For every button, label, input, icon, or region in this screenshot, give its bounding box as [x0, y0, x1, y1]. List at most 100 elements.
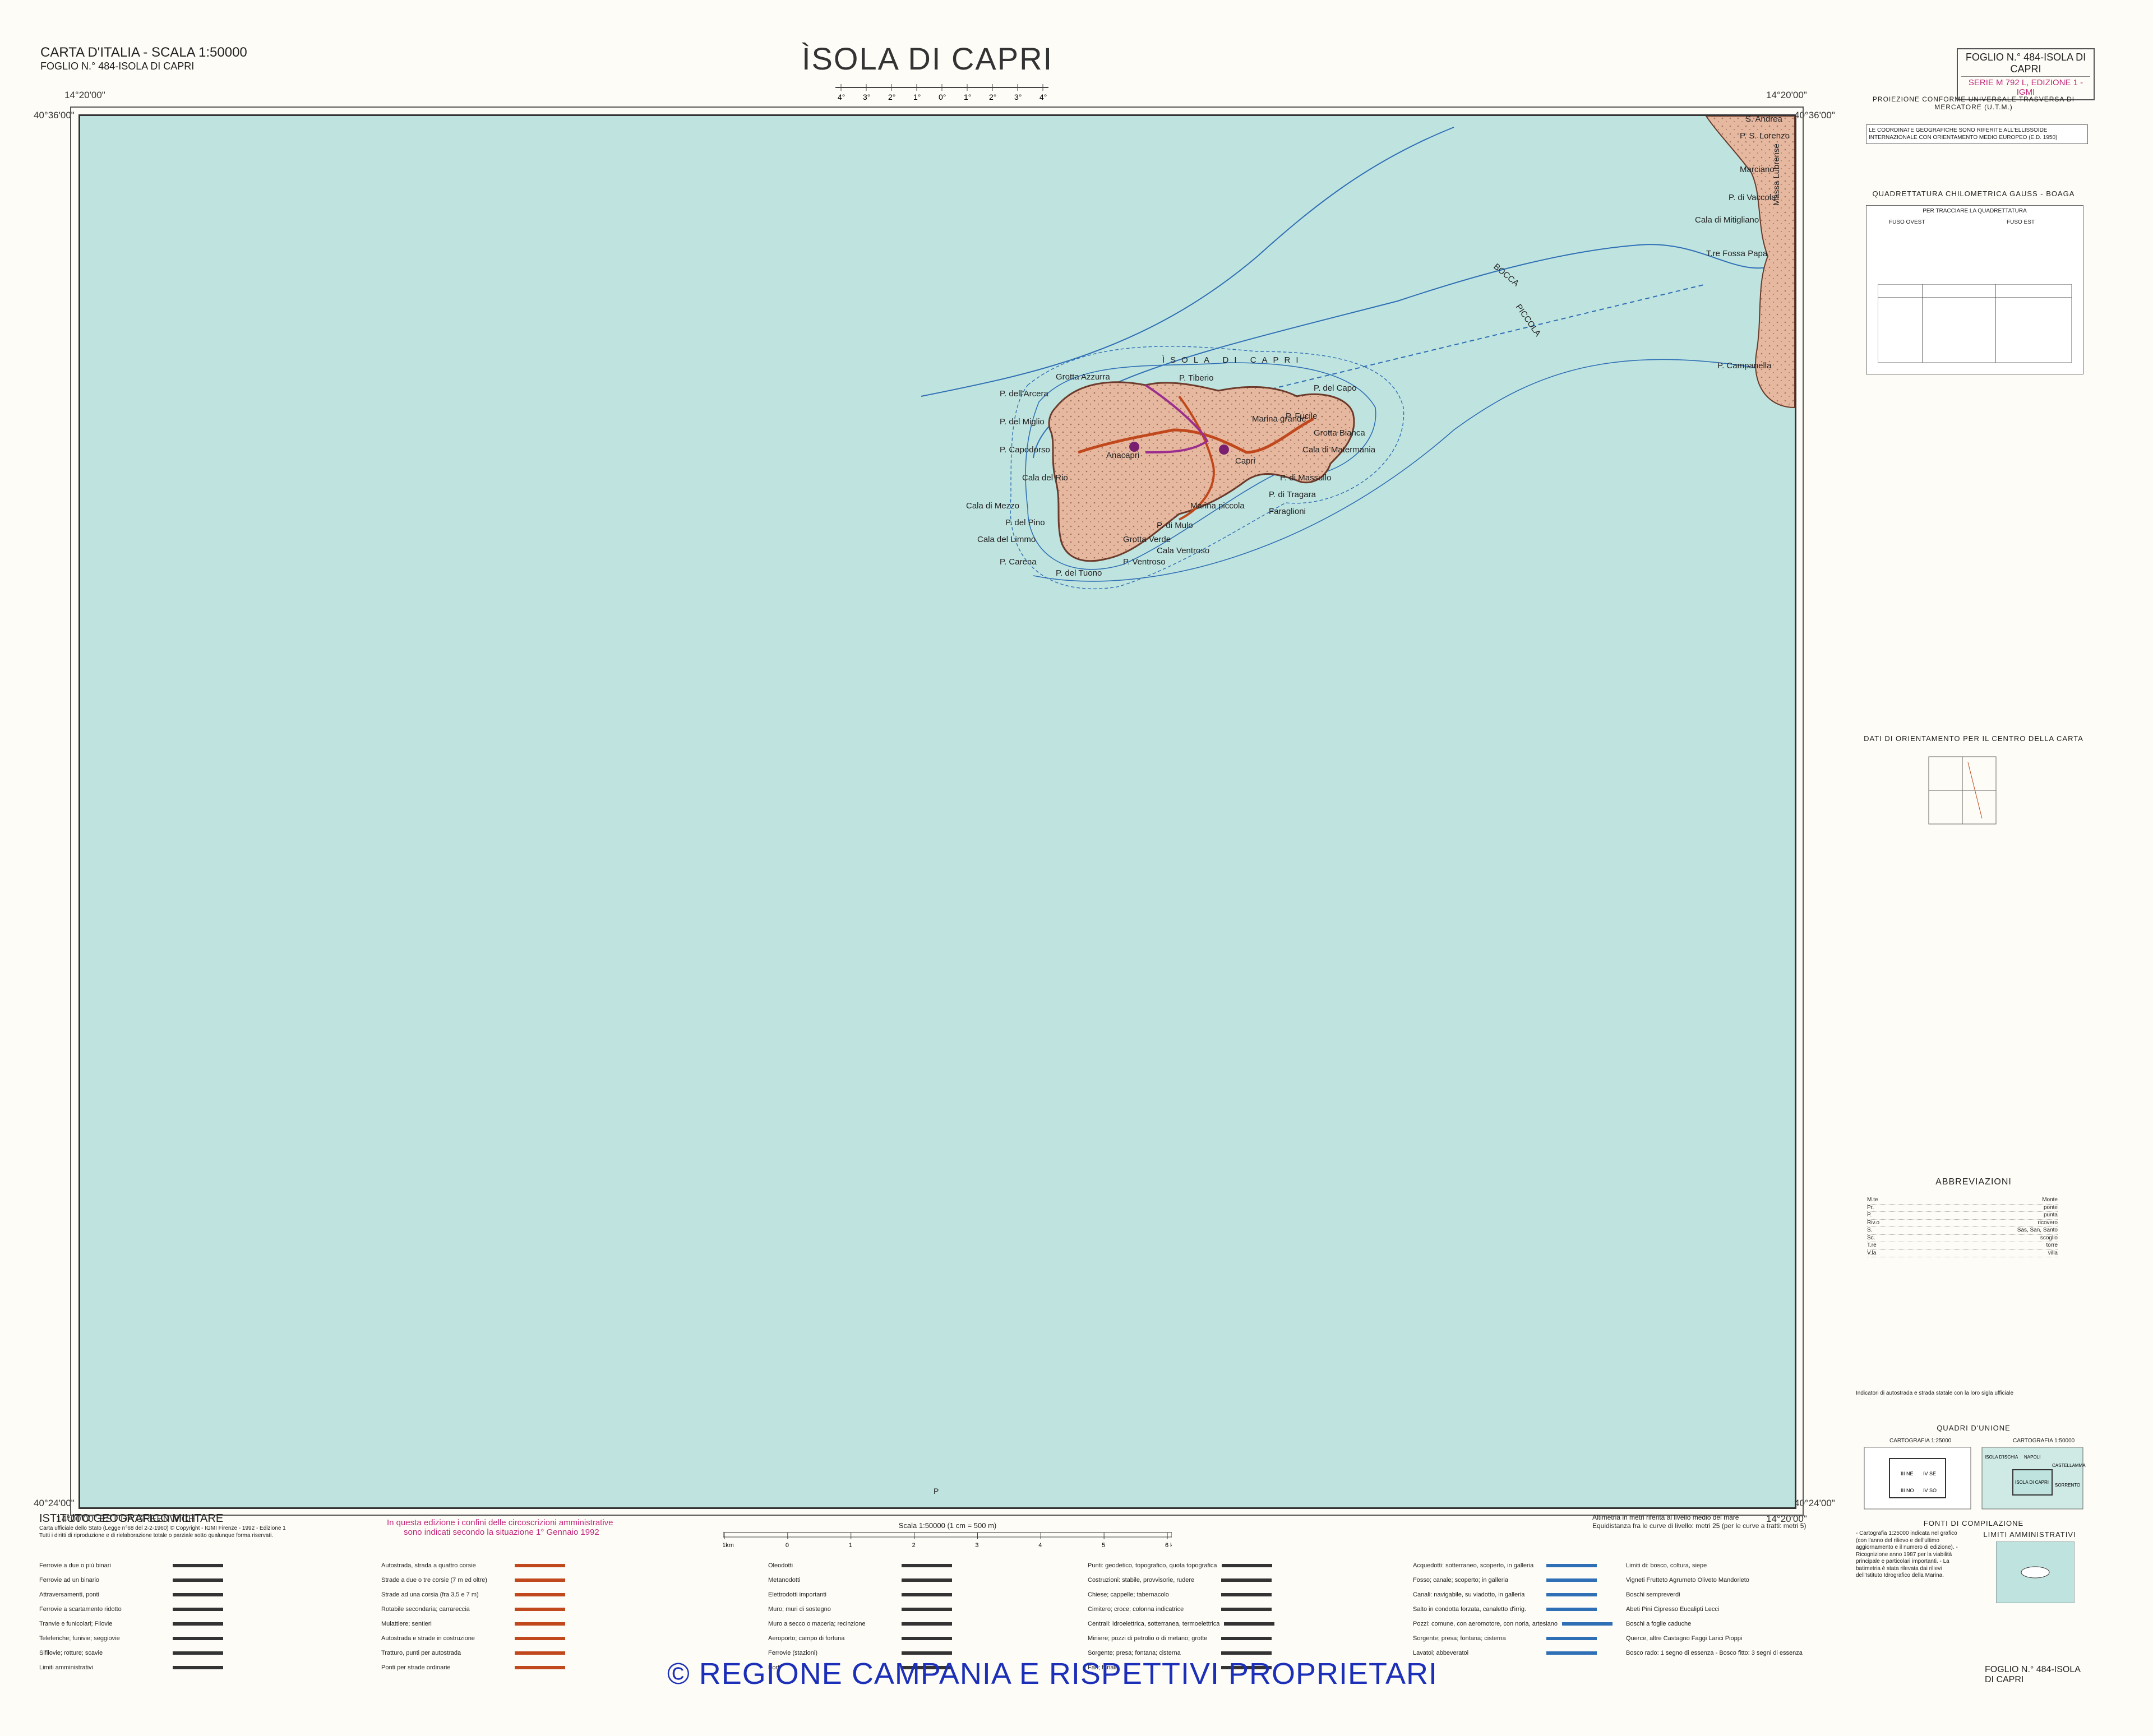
- institute-name: ISTITUTO GEOGRAFICO MILITARE: [39, 1512, 224, 1525]
- legend-symbol: [1221, 1608, 1272, 1611]
- legend-label: Abeti Pini Cipresso Eucalipti Lecci: [1626, 1606, 1720, 1613]
- place-label: P. di Massullo: [1280, 473, 1331, 483]
- admin-note: In questa edizione i confini delle circo…: [387, 1518, 613, 1537]
- scale-bar-svg: 1km 0 1 2 3 4 5 6 km: [722, 1532, 1179, 1549]
- legend-row: Chiese; cappelle; tabernacolo: [1088, 1587, 1274, 1602]
- legend-label: Ferrovie a scartamento ridotto: [39, 1606, 122, 1613]
- legend-row: Muro a secco o maceria; recinzione: [768, 1617, 952, 1631]
- official-note: Carta ufficiale dello Stato (Legge n°68 …: [39, 1525, 286, 1531]
- watermark: © REGIONE CAMPANIA E RISPETTIVI PROPRIET…: [667, 1657, 1438, 1691]
- abbreviations-title: ABBREVIAZIONI: [1935, 1177, 2012, 1187]
- sheet-box: FOGLIO N.° 484-ISOLA DI CAPRI SERIE M 79…: [1957, 48, 2095, 100]
- legend-row: Autostrada, strada a quattro corsie: [381, 1558, 565, 1573]
- abbreviation-row: S. Sas, San, Santo: [1867, 1227, 2058, 1235]
- legend-label: Centrali: idroelettrica, sotterranea, te…: [1088, 1621, 1220, 1627]
- union-sheet-50-b: NAPOLI: [2024, 1455, 2040, 1460]
- place-label: Cala di Mitigliano: [1695, 215, 1759, 225]
- legend-row: Miniere; pozzi di petrolio o di metano; …: [1088, 1631, 1274, 1646]
- place-label: P. Ventroso: [1123, 557, 1166, 567]
- legend-label: Metanodotti: [768, 1577, 801, 1584]
- projection-panel: PROIEZIONE CONFORME UNIVERSALE TRASVERSA…: [1861, 95, 2086, 122]
- sidebar: PROIEZIONE CONFORME UNIVERSALE TRASVERSA…: [1850, 95, 2091, 1698]
- abbreviation-row: T.re torre: [1867, 1242, 2058, 1250]
- legend-symbol: [1221, 1578, 1272, 1582]
- legend-label: Fosso; canale; scoperto; in galleria: [1413, 1577, 1508, 1584]
- place-label: Cala del Rio: [1022, 473, 1068, 483]
- place-label: P. del Pino: [1005, 518, 1045, 527]
- legend-symbol: [173, 1608, 223, 1611]
- coord-top-left-lon: 14°20'00": [64, 90, 105, 100]
- legend-label: Autostrada, strada a quattro corsie: [381, 1562, 476, 1569]
- legend-symbol: [173, 1593, 223, 1596]
- place-label: Marciano: [1740, 165, 1775, 174]
- place-label: Cala del Limmo: [977, 535, 1036, 544]
- legend-symbol: [1546, 1578, 1597, 1582]
- legend-symbol: [1546, 1608, 1597, 1611]
- scale-tick-label: 1km: [723, 1542, 734, 1549]
- fuso-est-label: FUSO EST: [2007, 219, 2035, 225]
- legend-row: Sifilovie; rotture; scavie: [39, 1646, 223, 1660]
- legend-row: Bosco rado: 1 segno di essenza - Bosco f…: [1626, 1646, 1803, 1660]
- legend-col-1: Ferrovie a due o più binari Ferrovie ad u…: [39, 1558, 223, 1675]
- legend-row: Boschi a foglie caduche: [1626, 1617, 1803, 1631]
- fuso-ovest-label: FUSO OVEST: [1889, 219, 1925, 225]
- union-sheet-50-c: CASTELLAMMARE: [2052, 1463, 2086, 1468]
- sources-title: FONTI DI COMPILAZIONE: [1923, 1519, 2024, 1527]
- grid-panel: PER TRACCIARE LA QUADRETTATURA FUSO OVES…: [1866, 205, 2083, 374]
- legend-col-5: Acquedotti: sotterraneo, scoperto, in ga…: [1413, 1558, 1613, 1660]
- legend-row: Salto in condotta forzata, canaletto d'i…: [1413, 1602, 1613, 1617]
- declination-tick-label: 4°: [1039, 92, 1047, 101]
- abbreviation-key: V.la: [1867, 1249, 1877, 1256]
- legend-symbol: [173, 1564, 223, 1567]
- place-label: P. Carena: [1000, 557, 1037, 567]
- legend-row: Ferrovie a scartamento ridotto: [39, 1602, 223, 1617]
- abbreviation-key: M.te: [1867, 1197, 1878, 1203]
- sheet-subtitle: FOGLIO N.° 484-ISOLA DI CAPRI: [40, 61, 195, 72]
- abbreviation-row: Pr. ponte: [1867, 1205, 2058, 1212]
- legend-row: Abeti Pini Cipresso Eucalipti Lecci: [1626, 1602, 1803, 1617]
- series-title: CARTA D'ITALIA - SCALA 1:50000: [40, 45, 247, 60]
- legend-label: Aeroporto; campo di fortuna: [768, 1635, 845, 1642]
- map-frame[interactable]: ÌSOLA DI CAPRI BOCCA PICCOLA Massa Lubre…: [78, 114, 1796, 1509]
- place-label: S. Andrea: [1745, 116, 1783, 124]
- carto-50-label: CARTOGRAFIA 1:50000: [2013, 1438, 2075, 1444]
- scale-label: Scala 1:50000 (1 cm = 500 m): [898, 1521, 997, 1530]
- projection-note: LE COORDINATE GEOGRAFICHE SONO RIFERITE …: [1866, 124, 2088, 144]
- legend-symbol: [902, 1622, 952, 1626]
- legend-symbol: [515, 1608, 565, 1611]
- scale-bar: Scala 1:50000 (1 cm = 500 m) 1km 0 1 2 3 4 5 6 …: [722, 1521, 1179, 1556]
- altimetry-note: Altimetria in metri riferita al livello …: [1592, 1513, 1806, 1530]
- abbreviation-value: scoglio: [2040, 1234, 2058, 1241]
- legend-label: Oleodotti: [768, 1562, 793, 1569]
- scale-tick-label: 6 km: [1165, 1542, 1172, 1549]
- map-canvas[interactable]: ÌSOLA DI CAPRI BOCCA PICCOLA Massa Lubre…: [80, 116, 1795, 1507]
- island-label: ÌSOLA DI CAPRI: [1162, 355, 1304, 365]
- legend-row: Mulattiere; sentieri: [381, 1617, 565, 1631]
- altimetry-line-1: Altimetria in metri riferita al livello …: [1592, 1513, 1739, 1521]
- scale-tick-label: 0: [786, 1542, 789, 1549]
- legend-symbol: [173, 1578, 223, 1582]
- legend-symbol: [515, 1651, 565, 1655]
- legend-row: Fosso; canale; scoperto; in galleria: [1413, 1573, 1613, 1587]
- legend-row: Limiti amministrativi: [39, 1660, 223, 1675]
- place-label: Grotta Azzurra: [1056, 372, 1110, 382]
- legend-symbol: [1546, 1564, 1597, 1567]
- legend-label: Limiti amministrativi: [39, 1664, 93, 1671]
- legend-label: Cimitero; croce; colonna indicatrice: [1088, 1606, 1184, 1613]
- legend-symbol: [902, 1608, 952, 1611]
- legend-label: Attraversamenti, ponti: [39, 1591, 99, 1598]
- place-label: P. del Tuono: [1056, 568, 1102, 578]
- abbreviation-row: V.la villa: [1867, 1249, 2058, 1257]
- legend-symbol: [1221, 1564, 1272, 1567]
- legend-symbol: [902, 1637, 952, 1640]
- legend-symbol: [1221, 1651, 1272, 1655]
- legend-row: Oleodotti: [768, 1558, 952, 1573]
- legend-label: Bosco rado: 1 segno di essenza - Bosco f…: [1626, 1650, 1803, 1656]
- legend-row: Ponti per strade ordinarie: [381, 1660, 565, 1675]
- union-sheet-50-e: SORRENTO: [2055, 1483, 2080, 1488]
- legend-label: Chiese; cappelle; tabernacolo: [1088, 1591, 1169, 1598]
- place-label: P. di Tragara: [1269, 490, 1316, 499]
- grid-table: [1878, 284, 2072, 363]
- legend-label: Punti: geodetico, topografico, quota top…: [1088, 1562, 1217, 1569]
- projection-title: PROIEZIONE CONFORME UNIVERSALE TRASVERSA…: [1872, 95, 2075, 111]
